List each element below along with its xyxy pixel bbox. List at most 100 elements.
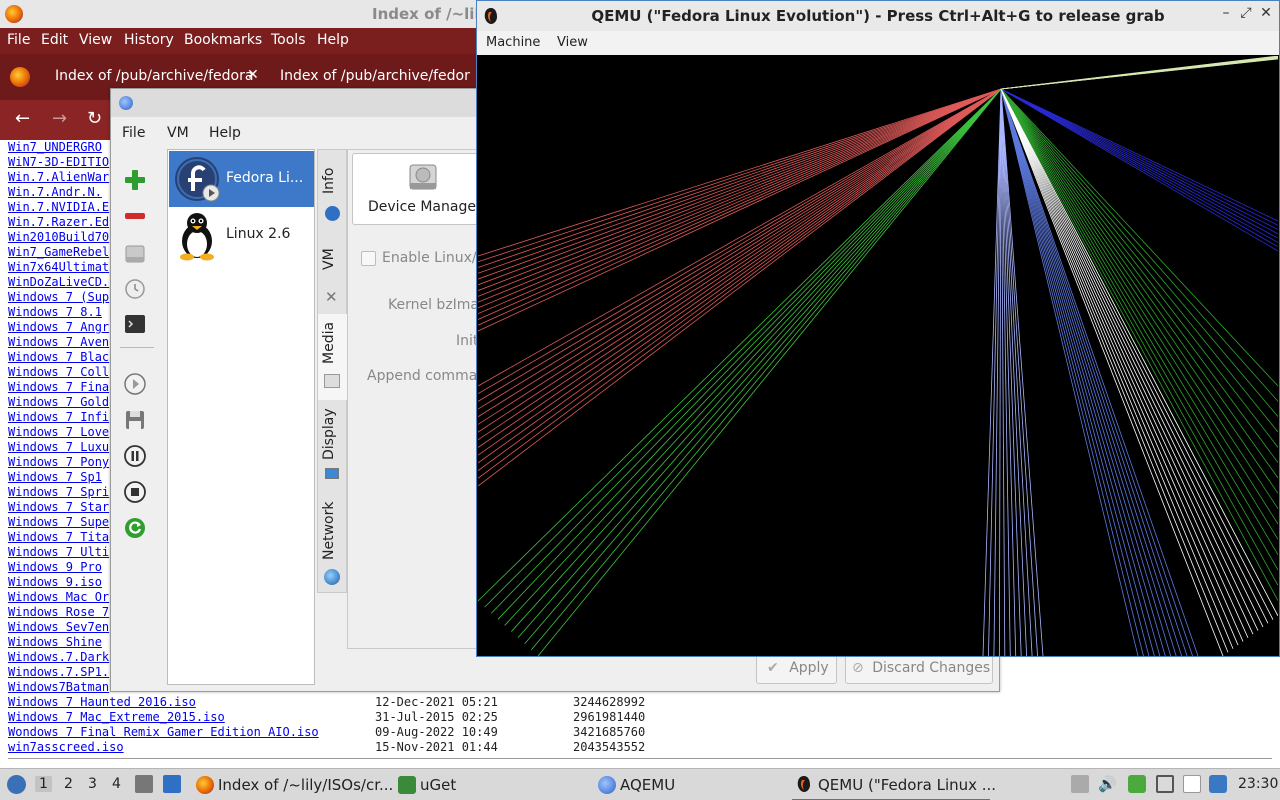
tab-network[interactable]: Network [318, 490, 347, 592]
listing-link[interactable]: Windows Mac Or [8, 590, 109, 604]
qemu-menu-view[interactable]: View [557, 35, 588, 50]
task-firefox[interactable]: Index of /~lily/ISOs/cr... [192, 769, 393, 800]
menu-help[interactable]: Help [317, 32, 349, 48]
listing-link[interactable]: Win.7.AlienWar [8, 170, 109, 184]
menu-tools[interactable]: Tools [271, 32, 306, 48]
workspace-4[interactable]: 4 [112, 776, 121, 792]
file-manager-icon[interactable] [135, 775, 153, 793]
save-state-icon[interactable] [122, 407, 148, 433]
listing-link[interactable]: Win7_GameRebel [8, 245, 109, 259]
menu-bookmarks[interactable]: Bookmarks [184, 32, 262, 48]
listing-link[interactable]: Win2010Build70 [8, 230, 109, 244]
listing-link[interactable]: Windows 7 Love [8, 425, 109, 439]
vm-item-fedora[interactable]: Fedora Li... [169, 151, 314, 207]
vm-item-linux[interactable]: Linux 2.6 [169, 207, 314, 263]
listing-link[interactable]: Windows.7.Dark [8, 650, 109, 664]
qemu-menu-machine[interactable]: Machine [486, 35, 540, 50]
listing-link[interactable]: Windows7Batman [8, 680, 109, 694]
uget-tray-icon[interactable] [1128, 775, 1146, 793]
forward-icon[interactable]: → [52, 108, 67, 129]
aqemu-menu-file[interactable]: File [122, 125, 145, 141]
menu-view[interactable]: View [79, 32, 112, 48]
workspace-3[interactable]: 3 [88, 776, 97, 792]
listing-link[interactable]: Windows 7 (Sup [8, 290, 109, 304]
close-tab-icon[interactable]: ✕ [247, 67, 259, 83]
listing-link[interactable]: Wondows 7 Final Remix Gamer Edition AIO.… [8, 725, 319, 739]
listing-link[interactable]: Windows 7 Infi [8, 410, 109, 424]
task-uget[interactable]: uGet [394, 769, 584, 800]
tab-display[interactable]: Display [318, 402, 347, 488]
listing-link[interactable]: Windows 7 Aven [8, 335, 109, 349]
aqemu-menu-help[interactable]: Help [209, 125, 241, 141]
tab-vm[interactable]: VM ✕ [318, 232, 347, 312]
qemu-titlebar[interactable]: QEMU ("Fedora Linux Evolution") - Press … [477, 1, 1279, 31]
workspace-1[interactable]: 1 [35, 776, 52, 792]
listing-link[interactable]: Win.7.Andr.N. [8, 185, 102, 199]
reload-icon[interactable]: ↻ [87, 108, 102, 129]
clipboard-icon[interactable] [1071, 775, 1089, 793]
listing-link[interactable]: Windows 7 Coll [8, 365, 109, 379]
listing-link[interactable]: Windows 9 Pro [8, 560, 102, 574]
show-desktop-icon[interactable] [163, 775, 181, 793]
listing-link[interactable]: Win7_UNDERGRO [8, 140, 102, 154]
listing-link[interactable]: Windows 7 Tita [8, 530, 109, 544]
updates-tray-icon[interactable] [1209, 775, 1227, 793]
snapshot-clock-icon[interactable] [122, 276, 148, 302]
listing-link[interactable]: Windows 7 Gold [8, 395, 109, 409]
display-tray-icon[interactable] [1156, 775, 1174, 793]
aqemu-menu-vm[interactable]: VM [167, 125, 189, 141]
listing-link[interactable]: Windows 7 8.1 [8, 305, 102, 319]
listing-link[interactable]: Windows 7 Supe [8, 515, 109, 529]
apply-button[interactable]: ✔ Apply [756, 653, 837, 684]
listing-link[interactable]: Windows.7.SP1. [8, 665, 109, 679]
listing-link[interactable]: Windows Rose 7 [8, 605, 109, 619]
remove-vm-icon[interactable] [122, 203, 148, 229]
back-icon[interactable]: ← [15, 108, 30, 129]
terminal-icon[interactable] [122, 311, 148, 337]
listing-link[interactable]: Win.7.Razer.Ed [8, 215, 109, 229]
listing-link[interactable]: Windows Shine [8, 635, 102, 649]
listing-link[interactable]: Windows 7 Star [8, 500, 109, 514]
tab-media[interactable]: Media [318, 314, 347, 400]
listing-link[interactable]: Windows 7 Sp1 [8, 470, 102, 484]
start-menu-button[interactable] [4, 769, 28, 800]
pause-vm-icon[interactable] [122, 443, 148, 469]
tab-info[interactable]: Info [318, 150, 347, 230]
listing-link[interactable]: Windows 7 Pony [8, 455, 109, 469]
listing-link[interactable]: WiN7-3D-EDITIO [8, 155, 109, 169]
menu-history[interactable]: History [124, 32, 174, 48]
listing-link[interactable]: Windows 7 Blac [8, 350, 109, 364]
listing-link[interactable]: Windows 9.iso [8, 575, 102, 589]
listing-link[interactable]: Win7x64Ultimat [8, 260, 109, 274]
listing-link[interactable]: Windows 7 Fina [8, 380, 109, 394]
enable-linux-boot-checkbox[interactable] [361, 251, 376, 266]
minimize-icon[interactable]: – [1217, 5, 1235, 23]
device-manager-button[interactable]: Device Manager [352, 153, 492, 225]
listing-link[interactable]: Windows 7 Ulti [8, 545, 109, 559]
task-qemu[interactable]: QEMU ("Fedora Linux ... [792, 769, 996, 800]
hard-disk-icon[interactable] [122, 241, 148, 267]
notes-tray-icon[interactable] [1183, 775, 1201, 793]
menu-file[interactable]: File [7, 32, 30, 48]
listing-link[interactable]: Windows 7 Mac_Extreme_2015.iso [8, 710, 225, 724]
volume-icon[interactable]: 🔊 [1098, 775, 1117, 793]
listing-link[interactable]: Windows Sev7en [8, 620, 109, 634]
guest-display[interactable] [478, 56, 1278, 656]
listing-link[interactable]: Windows 7 Luxu [8, 440, 109, 454]
reset-vm-icon[interactable] [122, 515, 148, 541]
listing-link[interactable]: win7asscreed.iso [8, 740, 124, 754]
menu-edit[interactable]: Edit [41, 32, 68, 48]
maximize-icon[interactable]: ⤢ [1237, 5, 1255, 23]
add-vm-icon[interactable] [122, 167, 148, 193]
firefox-view-icon[interactable] [10, 67, 30, 87]
listing-link[interactable]: Windows 7 Haunted 2016.iso [8, 695, 196, 709]
workspace-2[interactable]: 2 [64, 776, 73, 792]
listing-link[interactable]: Windows 7 Spri [8, 485, 109, 499]
start-vm-icon[interactable] [122, 371, 148, 397]
listing-link[interactable]: Windows 7 Angr [8, 320, 109, 334]
close-icon[interactable]: ✕ [1257, 5, 1275, 23]
discard-changes-button[interactable]: ⊘ Discard Changes [845, 653, 993, 684]
listing-link[interactable]: Win.7.NVIDIA.E [8, 200, 109, 214]
task-aqemu[interactable]: AQEMU [594, 769, 784, 800]
listing-link[interactable]: WinDoZaLiveCD. [8, 275, 109, 289]
